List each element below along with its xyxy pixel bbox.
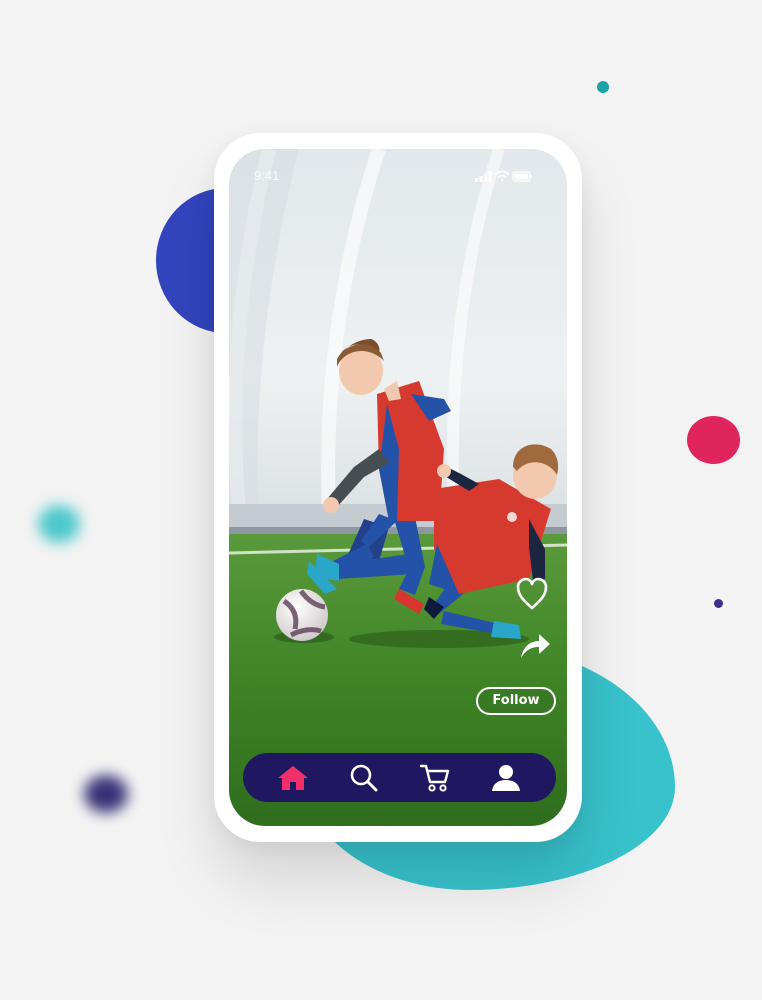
wifi-icon [495, 170, 509, 182]
search-icon [350, 764, 378, 791]
heart-icon[interactable] [515, 576, 549, 612]
follow-button[interactable]: Follow [476, 687, 556, 715]
nav-item-profile[interactable] [488, 760, 524, 796]
status-time: 9:41 [254, 168, 280, 183]
phone-screen: 9:41 Follow [229, 149, 567, 826]
mockup-stage: 9:41 Follow [0, 0, 762, 1000]
cart-icon [419, 764, 450, 792]
nav-item-cart[interactable] [417, 760, 453, 796]
home-icon [277, 765, 308, 790]
status-icons [475, 170, 532, 182]
nav-item-search[interactable] [346, 760, 382, 796]
battery-icon [512, 171, 532, 182]
user-icon [492, 764, 521, 791]
navy-dot-decoration [714, 599, 723, 608]
blurred-teal-dot-decoration [38, 505, 80, 543]
teal-dot-decoration [597, 81, 609, 93]
phone-frame: 9:41 Follow [214, 133, 582, 842]
red-dot-decoration [687, 416, 740, 464]
bottom-nav-bar [243, 753, 556, 802]
video-feed-image [229, 149, 567, 826]
share-icon[interactable] [519, 632, 551, 660]
blurred-navy-dot-decoration [84, 775, 128, 813]
signal-icon [475, 171, 492, 182]
nav-item-home[interactable] [275, 760, 311, 796]
